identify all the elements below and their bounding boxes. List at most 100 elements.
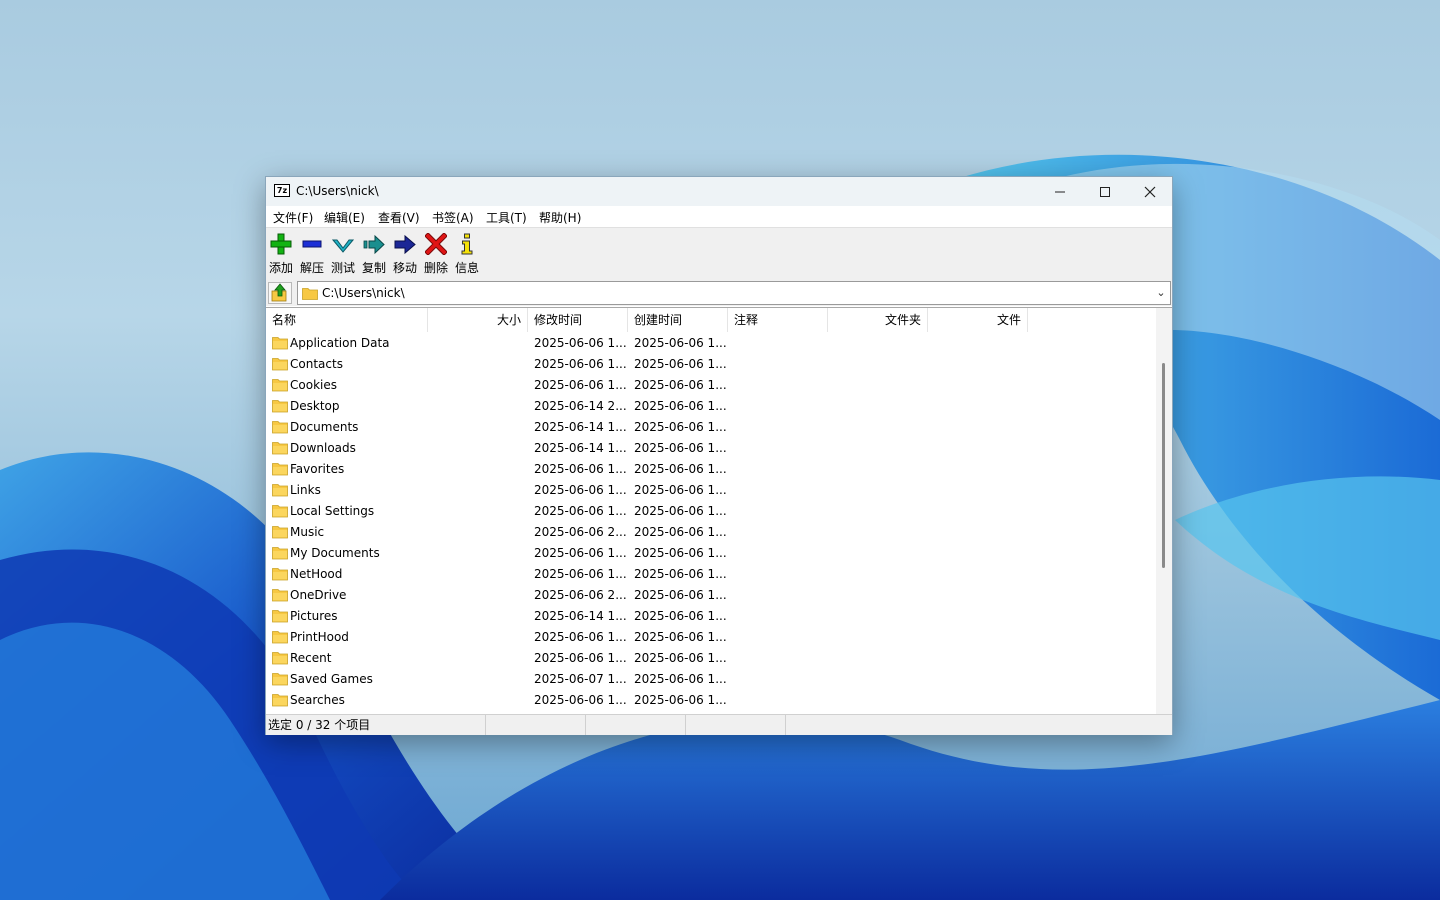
file-created: 2025-06-06 1... xyxy=(634,462,726,476)
file-created: 2025-06-06 1... xyxy=(634,672,726,686)
file-modified: 2025-06-06 1... xyxy=(534,378,626,392)
file-row[interactable]: Documents 2025-06-14 1... 2025-06-06 1... xyxy=(266,417,1156,438)
file-row[interactable]: Desktop 2025-06-14 2... 2025-06-06 1... xyxy=(266,396,1156,417)
file-modified: 2025-06-06 2... xyxy=(534,588,626,602)
copy-label: 复制 xyxy=(361,261,386,275)
test-label: 测试 xyxy=(330,261,355,275)
folder-icon xyxy=(272,609,288,626)
menu-bookmarks[interactable]: 书签(A) xyxy=(432,209,474,226)
folder-icon xyxy=(272,483,288,500)
status-selection: 选定 0 / 32 个项目 xyxy=(266,715,486,735)
folder-icon xyxy=(272,336,288,353)
file-name: Links xyxy=(290,483,321,497)
file-created: 2025-06-06 1... xyxy=(634,357,726,371)
menu-help[interactable]: 帮助(H) xyxy=(539,209,581,226)
vertical-scrollbar[interactable] xyxy=(1156,308,1172,715)
close-icon xyxy=(1144,186,1155,197)
file-row[interactable]: Searches 2025-06-06 1... 2025-06-06 1... xyxy=(266,690,1156,711)
status-size xyxy=(486,715,586,735)
window-title: C:\Users\nick\ xyxy=(296,184,379,198)
menu-tools[interactable]: 工具(T) xyxy=(486,209,527,226)
delete-button[interactable]: 删除 xyxy=(421,231,451,277)
column-header-created[interactable]: 创建时间 xyxy=(628,308,728,332)
column-header-folders[interactable]: 文件夹 xyxy=(828,308,928,332)
file-created: 2025-06-06 1... xyxy=(634,336,726,350)
extract-label: 解压 xyxy=(299,261,324,275)
file-modified: 2025-06-06 1... xyxy=(534,651,626,665)
file-name: Contacts xyxy=(290,357,343,371)
file-row[interactable]: Recent 2025-06-06 1... 2025-06-06 1... xyxy=(266,648,1156,669)
test-button[interactable]: 测试 xyxy=(328,231,358,277)
folder-icon xyxy=(272,399,288,416)
move-label: 移动 xyxy=(392,261,417,275)
column-header-comment[interactable]: 注释 xyxy=(728,308,828,332)
status-packed xyxy=(586,715,686,735)
file-name: Documents xyxy=(290,420,359,434)
menu-file[interactable]: 文件(F) xyxy=(273,209,313,226)
file-modified: 2025-06-14 2... xyxy=(534,399,626,413)
maximize-button[interactable] xyxy=(1082,177,1127,206)
file-created: 2025-06-06 1... xyxy=(634,651,726,665)
file-modified: 2025-06-06 1... xyxy=(534,462,626,476)
file-modified: 2025-06-06 1... xyxy=(534,504,626,518)
file-row[interactable]: Music 2025-06-06 2... 2025-06-06 1... xyxy=(266,522,1156,543)
file-row[interactable]: Downloads 2025-06-14 1... 2025-06-06 1... xyxy=(266,438,1156,459)
folder-icon xyxy=(272,630,288,647)
file-name: Favorites xyxy=(290,462,345,476)
archive-manager-window: 7z C:\Users\nick\ 文件(F) 编辑(E) 查看(V) 书签(A… xyxy=(265,176,1173,735)
extract-button[interactable]: 解压 xyxy=(297,231,327,277)
file-row[interactable]: Pictures 2025-06-14 1... 2025-06-06 1... xyxy=(266,606,1156,627)
column-header-files[interactable]: 文件 xyxy=(928,308,1028,332)
delete-x-icon xyxy=(425,233,447,255)
file-row[interactable]: Cookies 2025-06-06 1... 2025-06-06 1... xyxy=(266,375,1156,396)
menu-edit[interactable]: 编辑(E) xyxy=(324,209,365,226)
add-button[interactable]: 添加 xyxy=(266,231,296,277)
move-button[interactable]: 移动 xyxy=(390,231,420,277)
title-bar[interactable]: 7z C:\Users\nick\ xyxy=(266,177,1172,206)
minimize-button[interactable] xyxy=(1037,177,1082,206)
file-row[interactable]: Saved Games 2025-06-07 1... 2025-06-06 1..… xyxy=(266,669,1156,690)
info-label: 信息 xyxy=(454,261,479,275)
column-header-modified[interactable]: 修改时间 xyxy=(528,308,628,332)
file-row[interactable]: Links 2025-06-06 1... 2025-06-06 1... xyxy=(266,480,1156,501)
up-folder-button[interactable] xyxy=(268,282,292,304)
file-row[interactable]: Local Settings 2025-06-06 1... 2025-06-06 … xyxy=(266,501,1156,522)
menu-bar: 文件(F) 编辑(E) 查看(V) 书签(A) 工具(T) 帮助(H) xyxy=(266,206,1172,227)
chevron-down-icon[interactable]: ⌄ xyxy=(1154,284,1168,302)
file-row[interactable]: My Documents 2025-06-06 1... 2025-06-06 1.… xyxy=(266,543,1156,564)
copy-arrow-icon xyxy=(363,234,385,255)
file-name: Recent xyxy=(290,651,332,665)
menu-view[interactable]: 查看(V) xyxy=(378,209,420,226)
info-button[interactable]: 信息 xyxy=(452,231,482,277)
scrollbar-thumb[interactable] xyxy=(1162,363,1165,568)
file-row[interactable]: NetHood 2025-06-06 1... 2025-06-06 1... xyxy=(266,564,1156,585)
file-row[interactable]: Application Data 2025-06-06 1... 2025-06-0… xyxy=(266,333,1156,354)
file-row[interactable]: Favorites 2025-06-06 1... 2025-06-06 1... xyxy=(266,459,1156,480)
column-header-size[interactable]: 大小 xyxy=(428,308,528,332)
address-field[interactable]: C:\Users\nick\ ⌄ xyxy=(297,281,1171,305)
file-name: Music xyxy=(290,525,325,539)
file-name: Application Data xyxy=(290,336,390,350)
file-row[interactable]: Contacts 2025-06-06 1... 2025-06-06 1... xyxy=(266,354,1156,375)
file-created: 2025-06-06 1... xyxy=(634,483,726,497)
column-header-name[interactable]: 名称 xyxy=(266,308,428,332)
folder-icon xyxy=(272,672,288,689)
file-modified: 2025-06-06 1... xyxy=(534,546,626,560)
file-modified: 2025-06-06 1... xyxy=(534,567,626,581)
close-button[interactable] xyxy=(1127,177,1172,206)
file-created: 2025-06-06 1... xyxy=(634,504,726,518)
file-row[interactable]: PrintHood 2025-06-06 1... 2025-06-06 1... xyxy=(266,627,1156,648)
file-name: Saved Games xyxy=(290,672,373,686)
file-row[interactable]: OneDrive 2025-06-06 2... 2025-06-06 1... xyxy=(266,585,1156,606)
status-extra xyxy=(686,715,786,735)
file-modified: 2025-06-07 1... xyxy=(534,672,626,686)
up-folder-icon xyxy=(271,283,287,302)
toolbar: 添加 解压 测试 复制 移动 删除 信息 xyxy=(266,227,1172,281)
file-modified: 2025-06-14 1... xyxy=(534,609,626,623)
file-modified: 2025-06-14 1... xyxy=(534,441,626,455)
file-created: 2025-06-06 1... xyxy=(634,609,726,623)
copy-button[interactable]: 复制 xyxy=(359,231,389,277)
file-created: 2025-06-06 1... xyxy=(634,567,726,581)
file-created: 2025-06-06 1... xyxy=(634,546,726,560)
maximize-icon xyxy=(1099,186,1110,197)
